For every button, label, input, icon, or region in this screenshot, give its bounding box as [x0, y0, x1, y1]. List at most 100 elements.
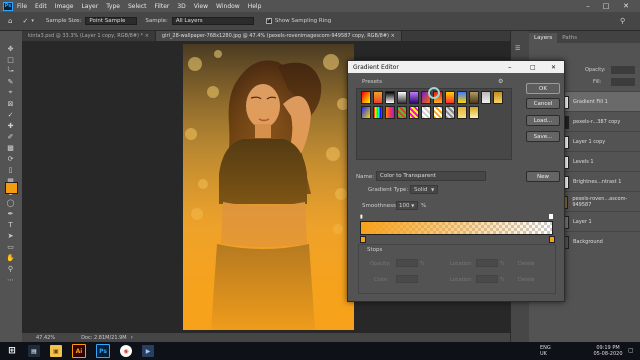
type-tool-icon[interactable]: T	[5, 220, 16, 229]
preset-swatch[interactable]	[493, 91, 503, 104]
close-icon[interactable]: ✕	[618, 0, 634, 12]
preset-swatch[interactable]	[457, 106, 467, 119]
preset-swatch[interactable]	[385, 91, 395, 104]
preset-swatch[interactable]	[397, 106, 407, 119]
menu-view[interactable]: View	[194, 3, 208, 10]
opacity-field[interactable]	[611, 66, 635, 74]
color-stop-right[interactable]	[549, 236, 555, 243]
lasso-tool-icon[interactable]: ⤿	[5, 66, 16, 75]
menu-filter[interactable]: Filter	[155, 3, 170, 10]
gradient-preview-bar[interactable]	[360, 221, 553, 235]
presets-gear-icon[interactable]: ⚙	[498, 78, 503, 85]
layer-row[interactable]: pexels-r...387 copy	[553, 111, 640, 132]
load-button[interactable]: Load...	[526, 115, 560, 126]
eraser-tool-icon[interactable]: ▯	[5, 165, 16, 174]
layer-row[interactable]: Background	[553, 231, 640, 252]
layer-row[interactable]: Layer 1 copy	[553, 131, 640, 152]
menu-layer[interactable]: Layer	[81, 3, 98, 10]
history-panel-icon[interactable]: ☰	[515, 45, 525, 53]
clock[interactable]: 09:19 PM 05-08-2020	[592, 345, 624, 357]
notification-icon[interactable]: ▢	[628, 347, 634, 354]
path-select-tool-icon[interactable]: ➤	[5, 231, 16, 240]
opacity-stop-left[interactable]: ▮	[360, 214, 363, 220]
zoom-tool-icon[interactable]: ⚲	[5, 264, 16, 273]
marquee-tool-icon[interactable]: □	[5, 55, 16, 64]
name-field[interactable]: Color to Transparent	[376, 171, 486, 181]
ok-button[interactable]: OK	[526, 83, 560, 94]
hand-tool-icon[interactable]: ✋	[5, 253, 16, 262]
chrome-icon[interactable]: ◉	[120, 345, 132, 357]
layer-row[interactable]: Levels 1	[553, 151, 640, 172]
menu-3d[interactable]: 3D	[177, 3, 185, 10]
preset-swatch[interactable]	[469, 91, 479, 104]
minimize-icon[interactable]: –	[580, 0, 596, 12]
preset-swatch[interactable]	[409, 91, 419, 104]
maximize-icon[interactable]: □	[530, 64, 536, 71]
foreground-color-swatch[interactable]	[5, 182, 18, 194]
home-icon[interactable]: ⌂	[8, 17, 12, 25]
menu-window[interactable]: Window	[216, 3, 240, 10]
pen-tool-icon[interactable]: ✒	[5, 209, 16, 218]
preset-swatch[interactable]	[433, 106, 443, 119]
preset-swatch[interactable]	[361, 106, 371, 119]
sample-size-select[interactable]: Point Sample	[85, 17, 138, 25]
more-tools-icon[interactable]: ⋯	[5, 275, 16, 284]
preset-swatch[interactable]	[385, 106, 395, 119]
preset-swatch[interactable]	[445, 91, 455, 104]
save-button[interactable]: Save...	[526, 131, 560, 142]
search-icon[interactable]: ⚲	[620, 17, 625, 25]
file-explorer-icon[interactable]: ▣	[50, 345, 62, 357]
tab-kinta3[interactable]: kinta3.psd @ 33.3% (Layer 1 copy, RGB/8#…	[22, 31, 156, 41]
healing-tool-icon[interactable]: ✚	[5, 121, 16, 130]
close-icon[interactable]: ✕	[551, 64, 556, 71]
fill-field[interactable]	[611, 78, 635, 86]
move-tool-icon[interactable]: ✥	[5, 44, 16, 53]
tab-paths[interactable]: Paths	[557, 33, 582, 43]
sample-select[interactable]: All Layers	[171, 17, 254, 25]
show-ring-checkbox[interactable]: ✓	[265, 17, 272, 24]
illustrator-icon[interactable]: Ai	[72, 344, 86, 358]
layer-row[interactable]: pexels-roven...ascom-949587	[553, 191, 640, 212]
cancel-button[interactable]: Cancel	[526, 98, 560, 109]
layer-row[interactable]: Layer 1	[553, 211, 640, 232]
menu-edit[interactable]: Edit	[35, 3, 47, 10]
stamp-tool-icon[interactable]: ▩	[5, 143, 16, 152]
preset-swatch[interactable]	[373, 91, 383, 104]
app-icon[interactable]: ▶	[142, 345, 154, 357]
gradient-type-select[interactable]: Solid ▼	[410, 185, 438, 194]
preset-swatch[interactable]	[445, 106, 455, 119]
document-image[interactable]	[183, 44, 354, 330]
menu-select[interactable]: Select	[128, 3, 147, 10]
smoothness-field[interactable]: 100 ▼	[396, 201, 418, 210]
color-stop-left[interactable]	[360, 236, 366, 243]
opacity-stop-right[interactable]	[549, 214, 553, 219]
preset-swatch[interactable]	[469, 106, 479, 119]
close-icon[interactable]: ×	[391, 33, 395, 39]
history-brush-tool-icon[interactable]: ⟳	[5, 154, 16, 163]
tool-preset-chevron-icon[interactable]: ▾	[31, 18, 34, 24]
brush-tool-icon[interactable]: ✐	[5, 132, 16, 141]
tab-layers[interactable]: Layers	[529, 33, 558, 43]
menu-help[interactable]: Help	[248, 3, 262, 10]
menu-file[interactable]: File	[17, 3, 27, 10]
menu-type[interactable]: Type	[106, 3, 120, 10]
photoshop-icon[interactable]: Ps	[96, 344, 110, 358]
preset-swatch[interactable]	[421, 106, 431, 119]
close-icon[interactable]: ×	[145, 33, 149, 39]
restore-icon[interactable]: □	[598, 0, 614, 12]
menu-image[interactable]: Image	[55, 3, 74, 10]
preset-swatch[interactable]	[481, 91, 491, 104]
preset-swatch[interactable]	[373, 106, 383, 119]
new-button[interactable]: New	[526, 171, 560, 182]
language-indicator[interactable]: ENG UK	[540, 345, 558, 357]
preset-swatch[interactable]	[409, 106, 419, 119]
tab-girl-wallpaper[interactable]: girl_28-wallpaper-768x1280.jpg @ 47.4% (…	[155, 31, 402, 41]
zoom-level[interactable]: 47.42%	[36, 335, 55, 341]
preset-swatch[interactable]	[361, 91, 371, 104]
windows-start-icon[interactable]: ⊞	[6, 345, 18, 357]
layer-row[interactable]: Gradient Fill 1	[553, 91, 640, 112]
frame-tool-icon[interactable]: ⊠	[5, 99, 16, 108]
minimize-icon[interactable]: –	[508, 63, 512, 71]
status-chevron-icon[interactable]: ›	[131, 334, 133, 341]
task-view-icon[interactable]: ▤	[28, 345, 40, 357]
